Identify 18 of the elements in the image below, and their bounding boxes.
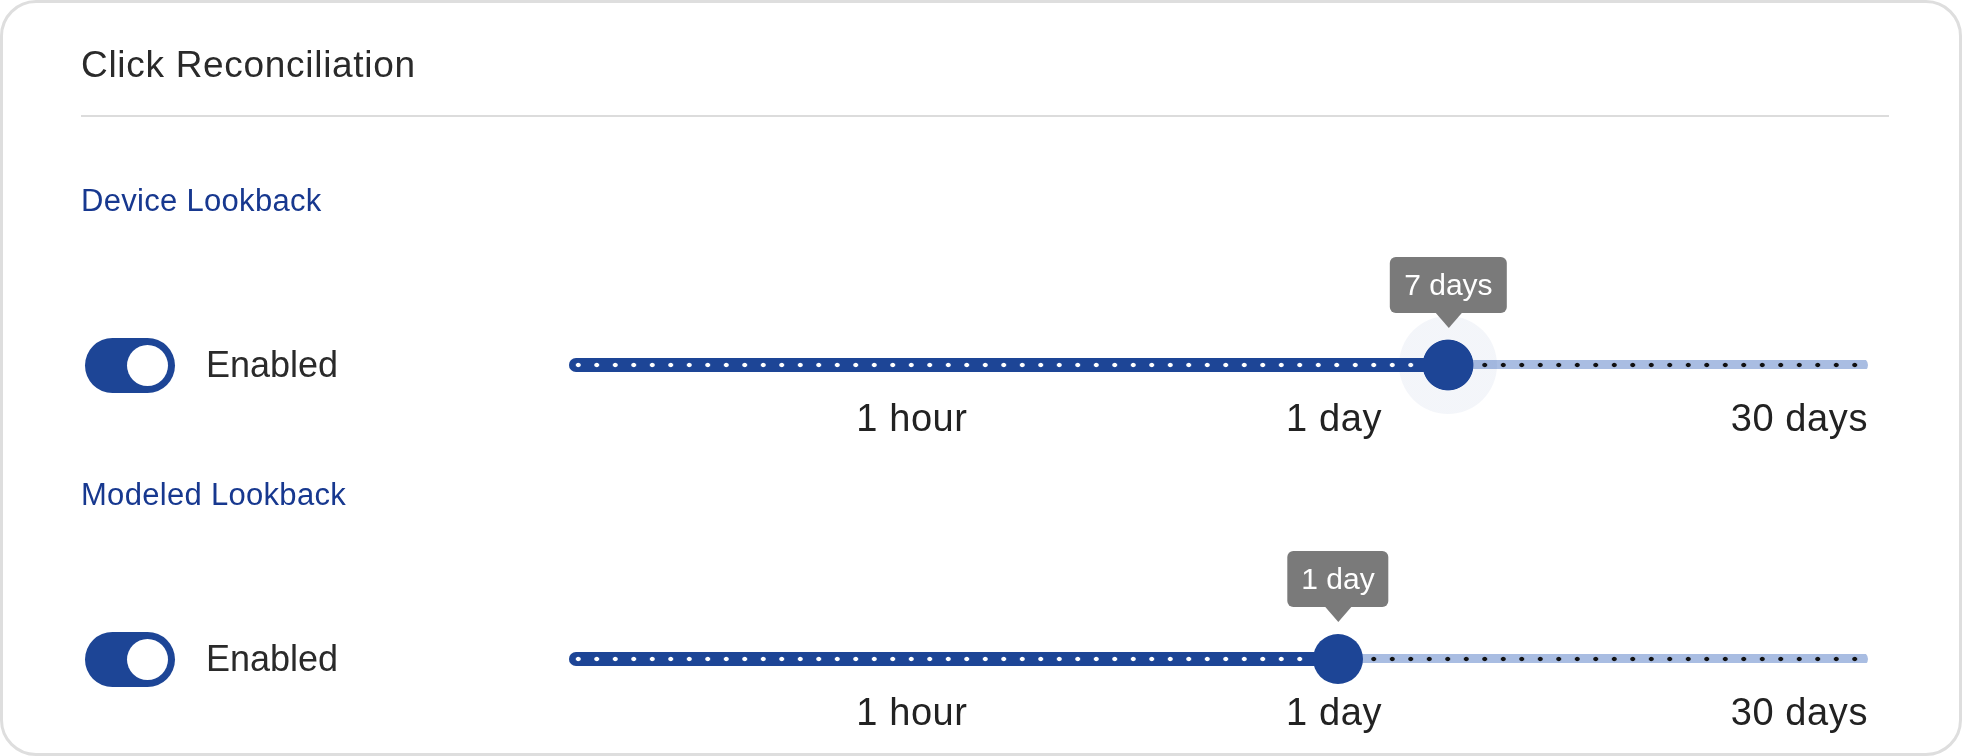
toggle-label: Enabled (206, 343, 339, 387)
scale-label: 1 hour (856, 396, 968, 440)
slider-thumb[interactable] (1313, 634, 1363, 684)
scale-label: 30 days (1730, 396, 1868, 440)
toggle-switch[interactable] (85, 631, 175, 687)
card-title: Click Reconciliation (81, 43, 417, 87)
toggle-switch[interactable] (85, 337, 175, 393)
scale-label: 1 day (1286, 690, 1383, 734)
slider-track[interactable] (569, 358, 1868, 372)
slider-track[interactable] (569, 652, 1868, 666)
value-tooltip: 1 day (1287, 551, 1389, 622)
toggle-label: Enabled (206, 637, 339, 681)
section-title: Device Lookback (81, 183, 323, 219)
section-title: Modeled Lookback (81, 477, 348, 513)
value-tooltip: 7 days (1390, 257, 1507, 328)
scale-label: 1 day (1286, 396, 1383, 440)
scale-label: 1 hour (856, 690, 968, 734)
scale-label: 30 days (1730, 690, 1868, 734)
